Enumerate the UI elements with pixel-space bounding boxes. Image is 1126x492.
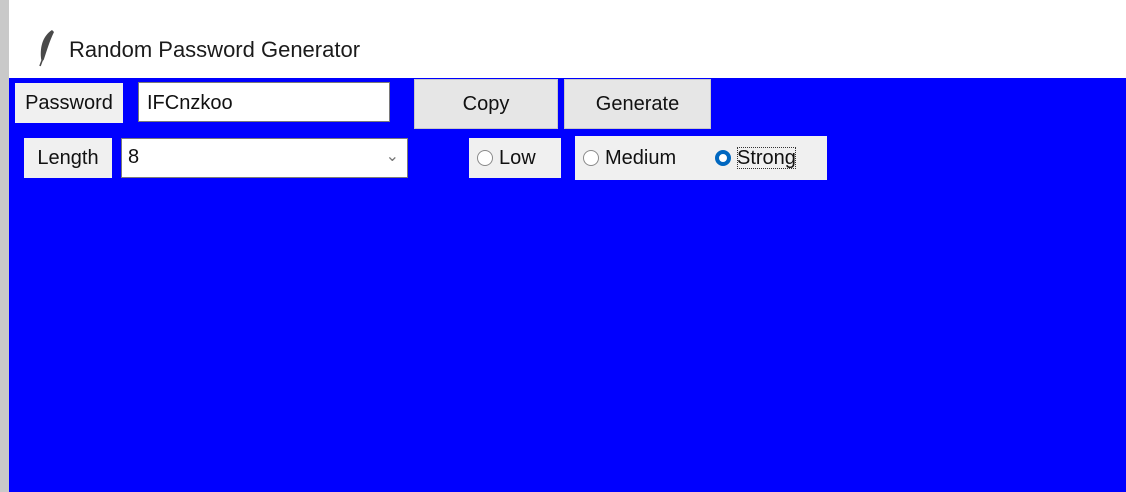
length-combobox[interactable]: 8 ⌄ [121,138,408,178]
window-title: Random Password Generator [69,37,361,62]
radio-strong[interactable]: Strong [715,138,796,178]
radio-low[interactable]: Low [477,138,536,178]
title-bar: Random Password Generator [9,8,1126,78]
window-top-edge [9,0,1126,8]
radio-strong-label: Strong [737,147,796,169]
length-value: 8 [128,146,140,168]
password-field[interactable]: IFCnzkoo [138,82,390,122]
generate-button[interactable]: Generate [564,79,711,129]
copy-button[interactable]: Copy [414,79,558,129]
radio-medium-circle[interactable] [583,150,599,166]
password-label: Password [15,83,123,123]
feather-icon [39,30,54,67]
radio-medium-label: Medium [605,147,677,169]
radio-strong-circle[interactable] [715,150,731,166]
strength-low-group: Low [469,138,561,178]
app-window: Random Password Generator Password IFCnz… [0,0,1126,492]
window-left-edge [0,0,9,492]
strength-group: Medium Strong [575,136,827,180]
chevron-down-icon[interactable]: ⌄ [386,139,399,175]
radio-low-label: Low [499,147,536,169]
radio-low-circle[interactable] [477,150,493,166]
length-label: Length [24,138,112,178]
radio-medium[interactable]: Medium [583,138,676,178]
main-panel: Password IFCnzkoo Copy Generate Length 8… [9,78,1126,492]
